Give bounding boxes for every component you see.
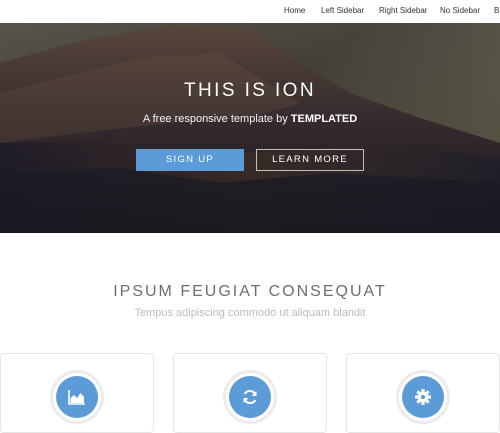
feature-icon-circle	[56, 376, 98, 418]
feature-icon-ring	[50, 370, 104, 424]
feature-card	[346, 353, 500, 433]
feature-icon-circle	[402, 376, 444, 418]
hero-subtitle-text: A free responsive template by	[142, 113, 291, 125]
hero-banner: THIS IS ION A free responsive template b…	[0, 23, 500, 233]
hero-subtitle: A free responsive template by TEMPLATED	[0, 113, 500, 125]
top-nav: Home Left Sidebar Right Sidebar No Sideb…	[0, 0, 500, 23]
gear-icon	[415, 389, 431, 405]
section-subtitle: Tempus adipiscing commodo ut aliquam bla…	[134, 307, 366, 319]
feature-icon-ring	[223, 370, 277, 424]
nav-item-right-sidebar[interactable]: Right Sidebar	[379, 6, 427, 15]
nav-item-overflow[interactable]: B	[494, 6, 499, 15]
learn-more-button[interactable]: LEARN MORE	[256, 149, 364, 171]
feature-card	[0, 353, 154, 433]
refresh-icon	[243, 389, 257, 405]
feature-icon-circle	[229, 376, 271, 418]
sign-up-button[interactable]: SIGN UP	[136, 149, 244, 171]
hero-background-image	[0, 23, 500, 233]
section-title: IPSUM FEUGIAT CONSEQUAT	[113, 283, 387, 300]
nav-item-home[interactable]: Home	[284, 6, 305, 15]
hero-subtitle-brand[interactable]: TEMPLATED	[291, 113, 357, 125]
feature-card	[173, 353, 327, 433]
feature-icon-ring	[396, 370, 450, 424]
area-chart-icon	[68, 390, 85, 405]
nav-item-no-sidebar[interactable]: No Sidebar	[440, 6, 480, 15]
hero-title: THIS IS ION	[184, 80, 316, 101]
nav-item-left-sidebar[interactable]: Left Sidebar	[321, 6, 364, 15]
